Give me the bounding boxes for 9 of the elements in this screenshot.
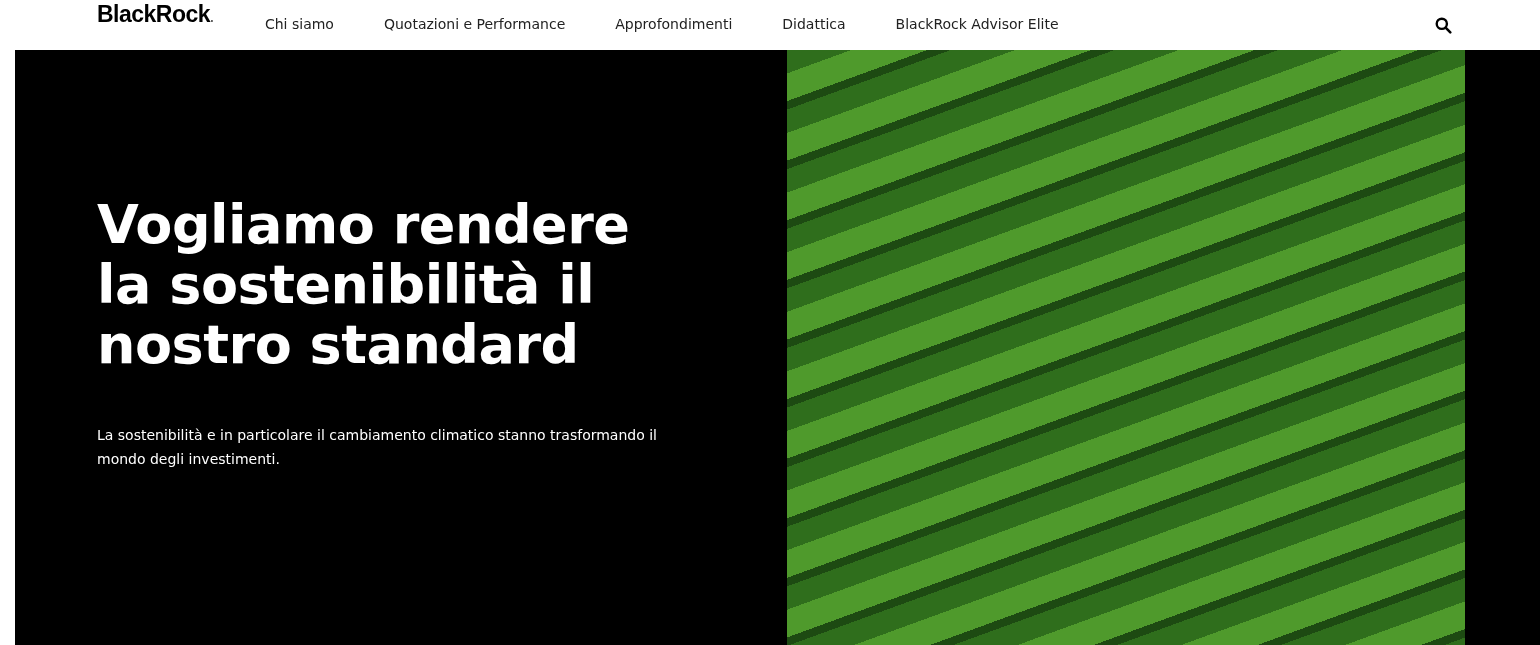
nav-link[interactable]: Quotazioni e Performance: [383, 16, 566, 32]
nav-link[interactable]: Didattica: [782, 16, 846, 32]
search-icon[interactable]: [1435, 16, 1452, 34]
nav-link[interactable]: BlackRock Advisor Elite: [895, 16, 1059, 32]
brand-logo[interactable]: BlackRock.: [97, 0, 213, 28]
hero-headline: Vogliamo rendere la sostenibilità il nostro standard: [97, 195, 631, 375]
nav-link[interactable]: Chi siamo: [264, 16, 334, 32]
hero-description: La sostenibilità e in particolare il cambiamento climatico stanno trasformando il mondo degli investimenti.: [97, 426, 658, 469]
nav-link[interactable]: Approfondimenti: [615, 16, 733, 32]
